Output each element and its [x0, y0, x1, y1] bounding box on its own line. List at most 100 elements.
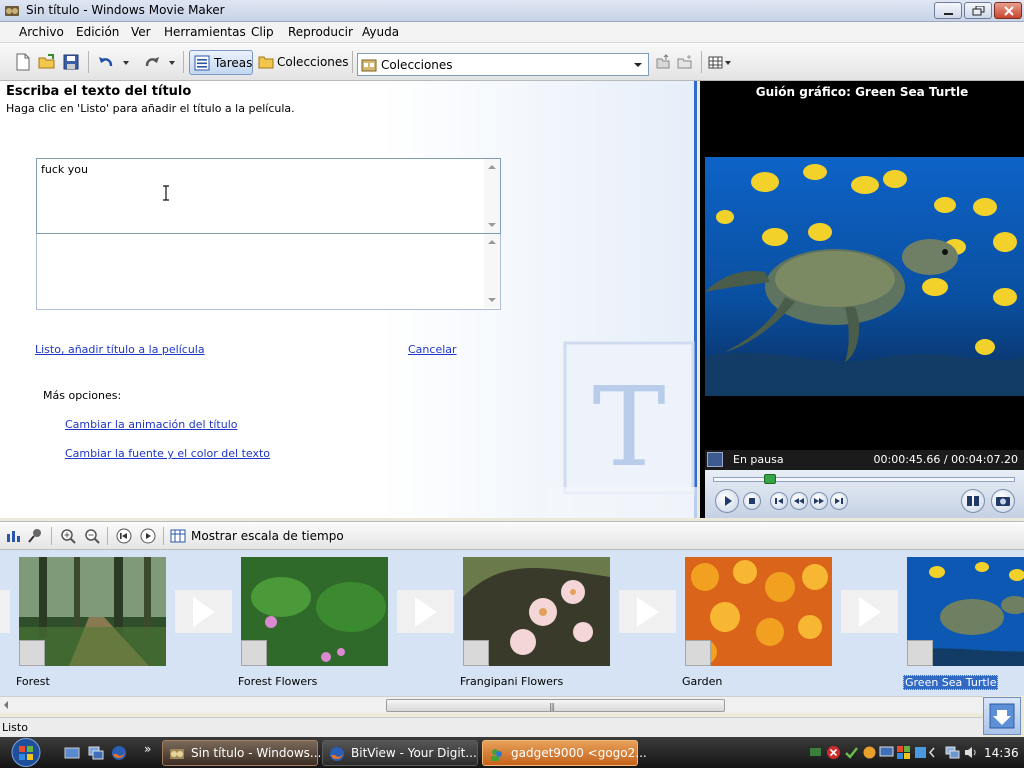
zoom-out-icon[interactable]: [84, 528, 100, 544]
network-tray-icon[interactable]: [808, 745, 823, 760]
take-picture-button[interactable]: [991, 489, 1015, 513]
storyboard-clip[interactable]: [19, 557, 166, 667]
seek-track[interactable]: [713, 477, 1015, 482]
rewind-button[interactable]: [790, 492, 808, 510]
switch-windows-icon[interactable]: [88, 745, 104, 761]
transition-slot[interactable]: [175, 590, 232, 633]
rewind-storyboard-icon[interactable]: [116, 528, 132, 544]
transition-slot[interactable]: [397, 590, 454, 633]
undo-dropdown-icon[interactable]: [121, 53, 131, 71]
seek-slider-thumb[interactable]: [764, 474, 777, 484]
checkmark-tray-icon[interactable]: [844, 745, 859, 760]
forward-button[interactable]: [810, 492, 828, 510]
play-button[interactable]: [715, 489, 739, 513]
network-connection-icon[interactable]: [945, 745, 960, 760]
taskbar-item-bitview[interactable]: BitView - Your Digit...: [322, 740, 478, 766]
new-project-icon[interactable]: [14, 53, 32, 71]
taskbar-item-gadget9000[interactable]: gadget9000 <gogo2...: [482, 740, 647, 766]
split-clip-button[interactable]: [961, 489, 985, 513]
open-project-icon[interactable]: [38, 53, 56, 71]
menu-edicion[interactable]: Edición: [76, 25, 119, 39]
task-subtitle: Haga clic en 'Listo' para añadir el títu…: [6, 102, 295, 115]
restore-button[interactable]: [964, 2, 992, 19]
storyboard-drop-button[interactable]: [983, 697, 1021, 735]
quicklaunch-overflow-icon[interactable]: »: [144, 742, 151, 756]
security-alert-tray-icon[interactable]: [826, 745, 841, 760]
playback-status-bar: En pausa 00:00:45.66 / 00:04:07.20: [705, 450, 1024, 470]
transition-slot[interactable]: [0, 590, 10, 633]
update-tray-icon[interactable]: [913, 745, 928, 760]
clip-label[interactable]: Frangipani Flowers: [460, 675, 563, 688]
change-animation-link[interactable]: Cambiar la animación del título: [65, 418, 238, 431]
clip-label[interactable]: Forest: [16, 675, 50, 688]
menu-reproducir[interactable]: Reproducir: [288, 25, 353, 39]
new-collection-folder-icon[interactable]: [676, 53, 694, 71]
save-project-icon[interactable]: [62, 53, 80, 71]
view-options-icon[interactable]: [707, 53, 733, 71]
effects-star-icon: [907, 640, 933, 666]
timeline-icon[interactable]: [170, 528, 186, 544]
collection-up-icon[interactable]: [654, 53, 672, 71]
play-storyboard-icon[interactable]: [140, 528, 156, 544]
clip-label[interactable]: Garden: [682, 675, 722, 688]
title-text-scrollbar[interactable]: [484, 159, 500, 233]
tasks-button[interactable]: Tareas: [189, 50, 253, 75]
done-add-title-link[interactable]: Listo, añadir título a la película: [35, 343, 205, 356]
preview-title: Guión gráfico: Green Sea Turtle: [755, 85, 969, 99]
subtitle-text-scrollbar[interactable]: [484, 234, 500, 308]
effects-star-icon: [19, 640, 45, 666]
split-icon: [967, 496, 979, 506]
stop-button[interactable]: [743, 492, 761, 510]
antivirus-tray-icon[interactable]: [862, 745, 877, 760]
storyboard-clip[interactable]: [241, 557, 388, 667]
effects-star-icon: [463, 640, 489, 666]
storyboard-clip[interactable]: [907, 557, 1024, 667]
volume-icon[interactable]: [963, 745, 978, 760]
toolbar-separator: [352, 51, 353, 73]
previous-frame-button[interactable]: [770, 492, 788, 510]
zoom-in-icon[interactable]: [60, 528, 76, 544]
firefox-quicklaunch-icon[interactable]: [111, 745, 127, 761]
display-tray-icon[interactable]: [879, 745, 894, 760]
toolbar-separator: [183, 51, 184, 73]
title-text-input[interactable]: fuck you: [37, 159, 485, 233]
menu-ayuda[interactable]: Ayuda: [362, 25, 399, 39]
toolbar-separator: [88, 51, 89, 73]
subtitle-text-input[interactable]: [37, 234, 485, 308]
close-button[interactable]: [994, 2, 1022, 19]
cancel-link[interactable]: Cancelar: [408, 343, 457, 356]
minimize-button[interactable]: [934, 2, 962, 19]
show-timeline-label[interactable]: Mostrar escala de tiempo: [191, 529, 344, 543]
collections-dropdown-value: Colecciones: [381, 58, 453, 72]
tray-expand-icon[interactable]: [927, 745, 937, 760]
collections-button[interactable]: Colecciones: [258, 51, 349, 75]
scrollbar-thumb[interactable]: |||: [386, 699, 725, 712]
scroll-left-arrow[interactable]: [4, 701, 8, 709]
collections-dropdown[interactable]: Colecciones: [357, 53, 649, 76]
show-desktop-icon[interactable]: [64, 745, 80, 761]
storyboard-scrollbar[interactable]: |||: [0, 696, 983, 713]
windows-flag-tray-icon[interactable]: [896, 745, 911, 760]
storyboard-clip[interactable]: [685, 557, 832, 667]
menu-ver[interactable]: Ver: [131, 25, 151, 39]
transition-slot[interactable]: [619, 590, 676, 633]
next-frame-button[interactable]: [830, 492, 848, 510]
transition-slot[interactable]: [841, 590, 898, 633]
stop-icon: [749, 498, 755, 504]
menu-clip[interactable]: Clip: [251, 25, 274, 39]
redo-icon[interactable]: [143, 53, 161, 71]
clip-label-selected[interactable]: Green Sea Turtle: [903, 675, 999, 690]
effects-star-icon: [685, 640, 711, 666]
audio-levels-icon[interactable]: [5, 528, 21, 544]
start-button-icon[interactable]: [6, 737, 46, 768]
menu-herramientas[interactable]: Herramientas: [164, 25, 246, 39]
storyboard-clip[interactable]: [463, 557, 610, 667]
redo-dropdown-icon[interactable]: [167, 53, 177, 71]
task-heading: Escriba el texto del título: [6, 84, 192, 99]
undo-icon[interactable]: [97, 53, 115, 71]
menu-archivo[interactable]: Archivo: [19, 25, 64, 39]
narration-microphone-icon[interactable]: [27, 528, 43, 544]
change-font-color-link[interactable]: Cambiar la fuente y el color del texto: [65, 447, 270, 460]
taskbar-item-movie-maker[interactable]: Sin título - Windows...: [162, 740, 321, 766]
clip-label[interactable]: Forest Flowers: [238, 675, 317, 688]
